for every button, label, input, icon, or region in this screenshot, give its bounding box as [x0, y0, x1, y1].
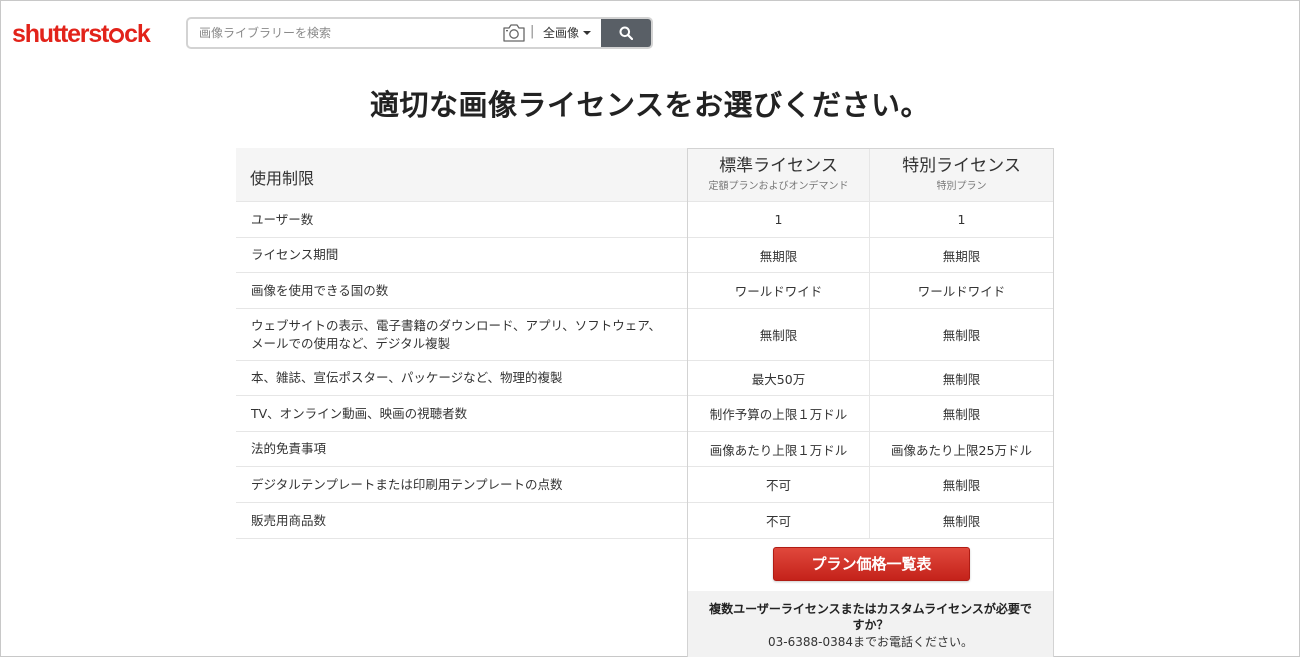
search-separator: |: [530, 24, 535, 39]
search-bar: | 全画像: [186, 17, 653, 49]
row-label: 画像を使用できる国の数: [251, 282, 389, 298]
table-row: デジタルテンプレートまたは印刷用テンプレートの点数 不可 無制限: [236, 467, 1054, 503]
standard-value: 画像あたり上限１万ドル: [688, 432, 870, 466]
table-row: ユーザー数 1 1: [236, 202, 1054, 238]
table-row: ライセンス期間 無期限 無期限: [236, 238, 1054, 273]
table-row: 法的免責事項 画像あたり上限１万ドル 画像あたり上限25万ドル: [236, 432, 1054, 467]
row-label: TV、オンライン動画、映画の視聴者数: [251, 405, 468, 421]
standard-value: 制作予算の上限１万ドル: [688, 396, 870, 431]
row-label: ライセンス期間: [251, 247, 339, 262]
cta-area: プラン価格一覧表: [688, 539, 1053, 591]
header: shutterst ck | 全画像: [1, 1, 1299, 65]
pricing-plans-button[interactable]: プラン価格一覧表: [773, 547, 970, 581]
shutterstock-logo[interactable]: shutterst ck: [12, 20, 151, 48]
image-type-label: 全画像: [543, 26, 580, 40]
standard-value: 無期限: [688, 238, 870, 272]
row-label: 本、雑誌、宣伝ポスター、パッケージなど、物理的複製: [251, 370, 563, 385]
standard-license-name: 標準ライセンス: [719, 156, 838, 176]
standard-value: 最大50万: [688, 361, 870, 395]
table-row: 本、雑誌、宣伝ポスター、パッケージなど、物理的複製 最大50万 無制限: [236, 361, 1054, 396]
camera-icon[interactable]: [502, 23, 526, 43]
enhanced-license-name: 特別ライセンス: [902, 156, 1021, 176]
standard-license-header: 標準ライセンス 定額プランおよびオンデマンド: [688, 148, 870, 201]
enhanced-value: 無制限: [942, 328, 981, 343]
enhanced-value: 無期限: [942, 248, 981, 264]
standard-license-sub: 定額プランおよびオンデマンド: [708, 181, 849, 192]
enhanced-value: 無制限: [942, 478, 981, 493]
standard-value: 無制限: [688, 309, 870, 360]
image-type-select[interactable]: 全画像: [539, 19, 601, 47]
row-label: 法的免責事項: [251, 441, 327, 456]
logo-o-ring: [108, 28, 124, 43]
standard-value: 1: [688, 202, 870, 237]
enhanced-license-header: 特別ライセンス 特別プラン: [870, 148, 1053, 201]
row-label: ウェブサイトの表示、電子書籍のダウンロード、アプリ、ソフトウェア、メールでの使用…: [251, 317, 662, 351]
search-input[interactable]: [188, 19, 498, 47]
enhanced-value: 無制限: [942, 514, 981, 529]
table-row: ウェブサイトの表示、電子書籍のダウンロード、アプリ、ソフトウェア、メールでの使用…: [236, 309, 1054, 361]
standard-value: 不可: [688, 467, 870, 502]
table-row: 販売用商品数 不可 無制限: [236, 503, 1054, 539]
table-row: TV、オンライン動画、映画の視聴者数 制作予算の上限１万ドル 無制限: [236, 396, 1054, 432]
row-label: デジタルテンプレートまたは印刷用テンプレートの点数: [251, 476, 563, 492]
table-header-row: 使用制限 標準ライセンス 定額プランおよびオンデマンド 特別ライセンス 特別プラ…: [236, 148, 1054, 202]
page-title: 適切な画像ライセンスをお選びください。: [370, 88, 930, 122]
table-row: 画像を使用できる国の数 ワールドワイド ワールドワイド: [236, 273, 1054, 309]
custom-license-question: 複数ユーザーライセンスまたはカスタムライセンスが必要ですか？: [709, 602, 1032, 632]
usage-limit-heading: 使用制限: [250, 168, 315, 188]
search-icon: [619, 26, 633, 40]
enhanced-value: 1: [957, 212, 966, 227]
caret-down-icon: [583, 31, 592, 35]
logo-text-end: ck: [124, 20, 151, 48]
enhanced-value: ワールドワイド: [917, 284, 1006, 299]
logo-text-start: shutterst: [12, 20, 109, 48]
standard-value: ワールドワイド: [688, 273, 870, 308]
standard-value: 不可: [688, 503, 870, 538]
row-label: 販売用商品数: [251, 512, 327, 528]
enhanced-value: 無制限: [942, 371, 981, 387]
search-button[interactable]: [601, 19, 651, 47]
contact-phone: 03-6388-0384までお電話ください。: [767, 635, 973, 649]
enhanced-value: 画像あたり上限25万ドル: [891, 442, 1032, 458]
enhanced-value: 無制限: [942, 407, 981, 422]
enhanced-license-sub: 特別プラン: [936, 181, 987, 192]
contact-box: 複数ユーザーライセンスまたはカスタムライセンスが必要ですか？ 03-6388-0…: [688, 591, 1053, 657]
row-label: ユーザー数: [251, 211, 314, 227]
